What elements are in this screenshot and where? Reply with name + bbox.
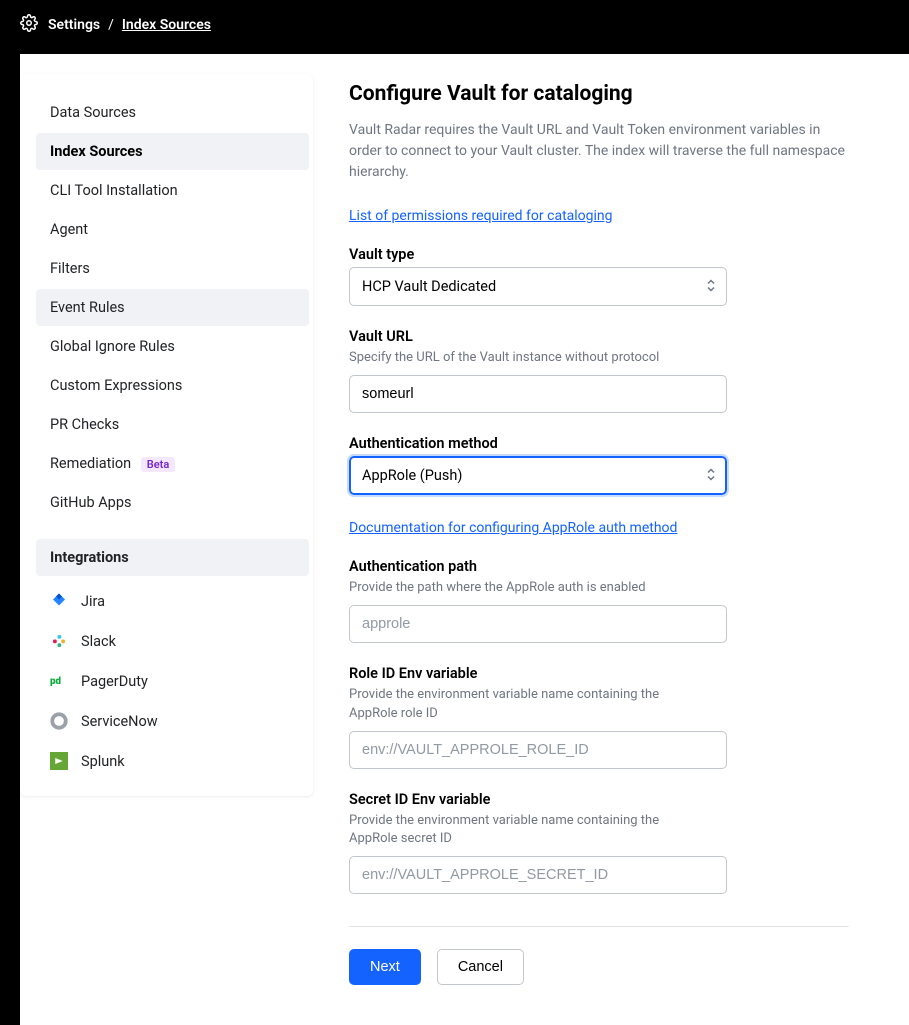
- sidebar-section-integrations: Integrations: [36, 539, 309, 576]
- jira-icon: [50, 592, 68, 610]
- auth-path-hint: Provide the path where the AppRole auth …: [349, 579, 689, 597]
- sidebar-item-slack[interactable]: Slack: [36, 622, 309, 660]
- sidebar-item-splunk[interactable]: Splunk: [36, 742, 309, 780]
- sidebar-item-label: Remediation: [50, 455, 131, 472]
- sidebar-item-label: PagerDuty: [81, 673, 148, 690]
- breadcrumb-root[interactable]: Settings: [48, 17, 100, 33]
- gear-icon: [20, 14, 38, 36]
- vault-url-label: Vault URL: [349, 328, 849, 345]
- servicenow-icon: [50, 712, 68, 730]
- role-id-input[interactable]: [349, 731, 727, 769]
- breadcrumb: Settings / Index Sources: [48, 17, 211, 33]
- sidebar-item-event-rules[interactable]: Event Rules: [36, 289, 309, 326]
- vault-url-input[interactable]: [349, 375, 727, 413]
- beta-badge: Beta: [141, 457, 176, 472]
- auth-doc-link[interactable]: Documentation for configuring AppRole au…: [349, 520, 677, 536]
- divider: [349, 926, 849, 927]
- auth-method-label: Authentication method: [349, 435, 849, 452]
- pagerduty-icon: pd: [50, 672, 68, 690]
- sidebar-item-servicenow[interactable]: ServiceNow: [36, 702, 309, 740]
- sidebar-item-filters[interactable]: Filters: [36, 250, 309, 287]
- header: Settings / Index Sources: [0, 0, 909, 50]
- breadcrumb-separator: /: [108, 17, 114, 33]
- vault-url-hint: Specify the URL of the Vault instance wi…: [349, 349, 689, 367]
- main-content: Configure Vault for cataloging Vault Rad…: [349, 74, 909, 985]
- splunk-icon: [50, 752, 68, 770]
- page-title: Configure Vault for cataloging: [349, 82, 849, 106]
- auth-path-label: Authentication path: [349, 558, 849, 575]
- sidebar-item-label: ServiceNow: [81, 713, 158, 730]
- sidebar-item-remediation[interactable]: Remediation Beta: [36, 445, 309, 482]
- sidebar-item-global-ignore[interactable]: Global Ignore Rules: [36, 328, 309, 365]
- secret-id-hint: Provide the environment variable name co…: [349, 812, 689, 848]
- secret-id-label: Secret ID Env variable: [349, 791, 849, 808]
- role-id-hint: Provide the environment variable name co…: [349, 686, 689, 722]
- sidebar-item-label: Slack: [81, 633, 116, 650]
- page-description: Vault Radar requires the Vault URL and V…: [349, 120, 849, 183]
- svg-text:pd: pd: [50, 676, 61, 687]
- role-id-label: Role ID Env variable: [349, 665, 849, 682]
- sidebar-item-github-apps[interactable]: GitHub Apps: [36, 484, 309, 521]
- sidebar-item-label: Splunk: [81, 753, 125, 770]
- secret-id-input[interactable]: [349, 856, 727, 894]
- cancel-button[interactable]: Cancel: [437, 949, 524, 985]
- sidebar: Data Sources Index Sources CLI Tool Inst…: [20, 74, 313, 796]
- slack-icon: [50, 632, 68, 650]
- next-button[interactable]: Next: [349, 949, 421, 985]
- breadcrumb-current[interactable]: Index Sources: [122, 17, 211, 33]
- vault-type-label: Vault type: [349, 246, 849, 263]
- sidebar-item-agent[interactable]: Agent: [36, 211, 309, 248]
- sidebar-item-data-sources[interactable]: Data Sources: [36, 94, 309, 131]
- sidebar-item-pr-checks[interactable]: PR Checks: [36, 406, 309, 443]
- vault-type-select[interactable]: HCP Vault Dedicated: [349, 267, 727, 306]
- sidebar-item-index-sources[interactable]: Index Sources: [36, 133, 309, 170]
- sidebar-item-custom-expr[interactable]: Custom Expressions: [36, 367, 309, 404]
- sidebar-item-pagerduty[interactable]: pd PagerDuty: [36, 662, 309, 700]
- auth-path-input[interactable]: [349, 605, 727, 643]
- permissions-link[interactable]: List of permissions required for catalog…: [349, 208, 613, 224]
- sidebar-item-label: Jira: [81, 593, 105, 610]
- sidebar-item-jira[interactable]: Jira: [36, 582, 309, 620]
- sidebar-item-cli-tool[interactable]: CLI Tool Installation: [36, 172, 309, 209]
- auth-method-select[interactable]: AppRole (Push): [349, 456, 727, 495]
